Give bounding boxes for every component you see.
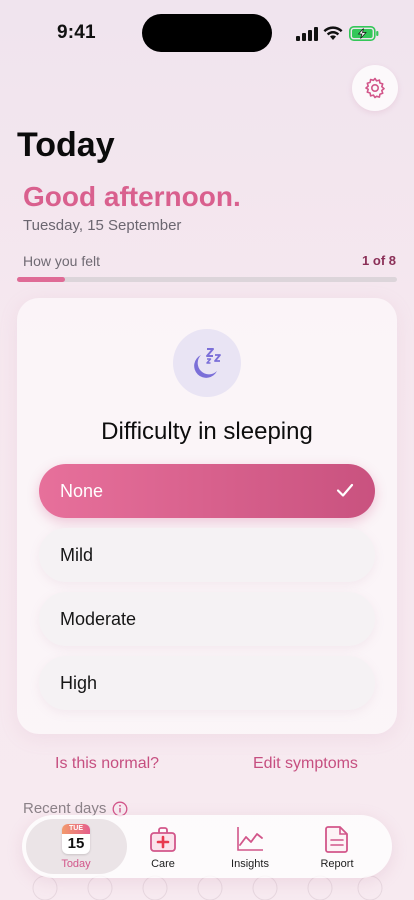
option-label: None [60, 480, 104, 501]
moon-zzz-icon [194, 348, 221, 378]
progress-count: 1 of 8 [362, 253, 396, 268]
option-label: Mild [60, 544, 94, 565]
dynamic-island [142, 14, 272, 52]
battery-charging-icon [349, 26, 379, 41]
line-chart-icon [237, 827, 263, 851]
calendar-month: TUE [62, 824, 90, 834]
progress-bar [17, 277, 397, 282]
cellular-signal-icon [296, 27, 318, 41]
tab-today[interactable]: TUE 15 Today [31, 824, 121, 870]
settings-button[interactable] [352, 65, 398, 111]
option-label: Moderate [60, 608, 137, 629]
tab-label: Today [61, 858, 91, 870]
page-title: Today [17, 126, 115, 164]
calendar-icon: TUE 15 [62, 824, 90, 854]
symptom-icon-badge [173, 329, 241, 397]
edit-symptoms-link[interactable]: Edit symptoms [253, 755, 358, 773]
calendar-day: 15 [67, 835, 85, 852]
question-title: Difficulty in sleeping [101, 418, 313, 445]
tab-label: Insights [231, 858, 269, 870]
tab-report[interactable]: Report [292, 824, 382, 870]
option-none[interactable]: None [39, 464, 375, 518]
checkmark-icon [336, 483, 354, 497]
tab-label: Report [320, 858, 354, 870]
gear-icon [365, 77, 385, 99]
option-label: High [60, 672, 98, 693]
progress-bar-fill [17, 277, 65, 282]
option-mild[interactable]: Mild [39, 528, 375, 582]
progress-label: How you felt [23, 253, 101, 269]
wifi-icon [323, 26, 343, 40]
is-this-normal-link[interactable]: Is this normal? [55, 755, 159, 773]
tab-label: Care [151, 858, 175, 870]
first-aid-kit-icon [150, 827, 176, 852]
tab-care[interactable]: Care [118, 824, 208, 870]
document-icon [325, 826, 348, 853]
greeting-text: Good afternoon. [23, 181, 241, 212]
status-time: 9:41 [57, 22, 96, 43]
option-high[interactable]: High [39, 656, 375, 710]
current-date: Tuesday, 15 September [23, 217, 182, 234]
tab-insights[interactable]: Insights [205, 824, 295, 870]
option-moderate[interactable]: Moderate [39, 592, 375, 646]
